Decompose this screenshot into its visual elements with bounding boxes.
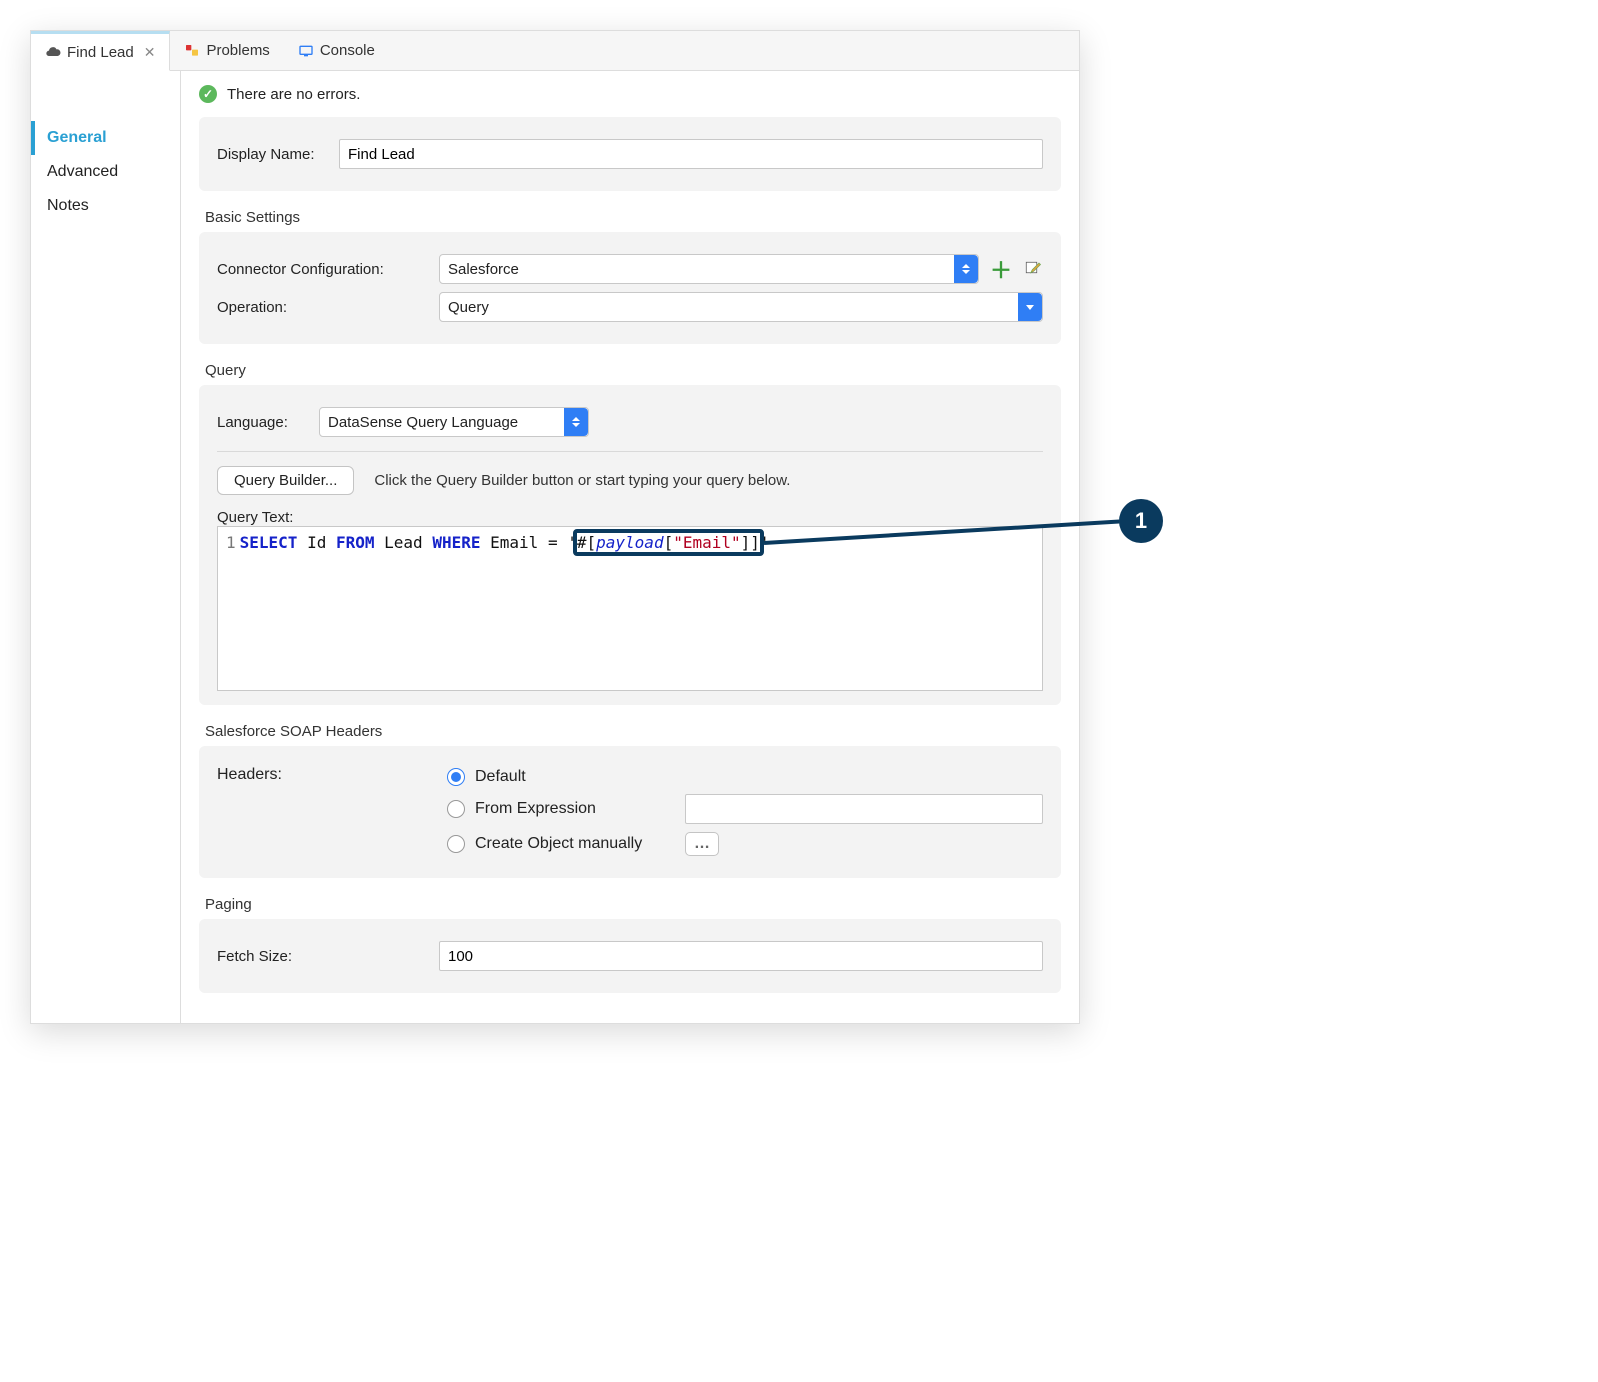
soap-headers-panel: Headers: Default From Expression [199, 746, 1061, 878]
token-brclose: ]] [741, 533, 760, 552]
query-builder-button[interactable]: Query Builder... [217, 466, 354, 495]
token-hash: #[ [577, 533, 596, 552]
query-text-label: Query Text: [217, 509, 1043, 526]
side-tab-notes[interactable]: Notes [31, 189, 180, 223]
plus-icon: ＋ [990, 253, 1012, 285]
connector-config-label: Connector Configuration: [217, 261, 427, 278]
status-row: ✓ There are no errors. [199, 85, 1061, 103]
query-panel: Language: DataSense Query Language Query… [199, 385, 1061, 705]
top-tab-bar: Find Lead ✕ Problems Console [31, 31, 1079, 71]
select-value: Salesforce [448, 261, 519, 278]
radio-manual-label: Create Object manually [475, 835, 675, 853]
token-emailkey: "Email" [673, 533, 740, 552]
chevron-updown-icon [564, 408, 588, 436]
problems-icon [184, 43, 200, 59]
token-lead: Lead [384, 533, 423, 552]
basic-settings-panel: Connector Configuration: Salesforce ＋ [199, 232, 1061, 344]
tab-label: Console [320, 42, 375, 59]
token-where: WHERE [432, 533, 480, 552]
cloud-icon [45, 44, 61, 60]
connector-config-select[interactable]: Salesforce [439, 254, 979, 284]
query-title: Query [205, 362, 1061, 379]
radio-from-expression[interactable] [447, 800, 465, 818]
pencil-icon [1024, 260, 1042, 278]
tab-label: Problems [206, 42, 269, 59]
side-tab-advanced[interactable]: Advanced [31, 155, 180, 189]
radio-default[interactable] [447, 768, 465, 786]
soap-headers-title: Salesforce SOAP Headers [205, 723, 1061, 740]
token-id: Id [307, 533, 326, 552]
select-value: Query [448, 299, 489, 316]
side-tabs: General Advanced Notes [31, 71, 181, 1023]
basic-settings-title: Basic Settings [205, 209, 1061, 226]
tab-problems[interactable]: Problems [170, 31, 283, 70]
radio-create-manually[interactable] [447, 835, 465, 853]
operation-select[interactable]: Query [439, 292, 1043, 322]
fetch-size-input[interactable] [439, 941, 1043, 971]
display-name-panel: Display Name: [199, 117, 1061, 191]
operation-label: Operation: [217, 299, 427, 316]
token-bropen: [ [664, 533, 674, 552]
status-text: There are no errors. [227, 86, 360, 103]
tab-console[interactable]: Console [284, 31, 389, 70]
annotation-marker-1: 1 [1119, 499, 1163, 543]
language-select[interactable]: DataSense Query Language [319, 407, 589, 437]
display-name-label: Display Name: [217, 146, 327, 163]
tab-label: Find Lead [67, 44, 134, 61]
display-name-input[interactable] [339, 139, 1043, 169]
radio-expression-label: From Expression [475, 800, 675, 818]
expression-input[interactable] [685, 794, 1043, 824]
token-email: Email [490, 533, 538, 552]
paging-panel: Fetch Size: [199, 919, 1061, 993]
query-text-editor[interactable]: 1SELECT Id FROM Lead WHERE Email = '#[pa… [217, 526, 1043, 691]
side-tab-general[interactable]: General [31, 121, 180, 155]
token-select: SELECT [240, 533, 298, 552]
main-panel: ✓ There are no errors. Display Name: Bas… [181, 71, 1079, 1023]
ellipsis-button[interactable]: … [685, 832, 719, 856]
divider [217, 451, 1043, 452]
chevron-down-icon [1018, 293, 1042, 321]
language-label: Language: [217, 414, 307, 431]
token-eq: = [548, 533, 558, 552]
properties-window: Find Lead ✕ Problems Console General Adv… [30, 30, 1080, 1024]
paging-title: Paging [205, 896, 1061, 913]
edit-config-button[interactable] [1023, 259, 1043, 279]
close-icon[interactable]: ✕ [144, 44, 156, 61]
token-q1: ' [567, 533, 577, 552]
radio-default-label: Default [475, 768, 526, 786]
token-from: FROM [336, 533, 375, 552]
fetch-size-label: Fetch Size: [217, 948, 427, 965]
token-payload: payload [596, 533, 663, 552]
line-number: 1 [226, 533, 236, 552]
console-icon [298, 43, 314, 59]
headers-label: Headers: [217, 766, 282, 783]
select-value: DataSense Query Language [328, 414, 518, 431]
add-config-button[interactable]: ＋ [991, 259, 1011, 279]
query-builder-hint: Click the Query Builder button or start … [374, 472, 790, 489]
chevron-updown-icon [954, 255, 978, 283]
tab-find-lead[interactable]: Find Lead ✕ [31, 31, 170, 71]
ok-icon: ✓ [199, 85, 217, 103]
